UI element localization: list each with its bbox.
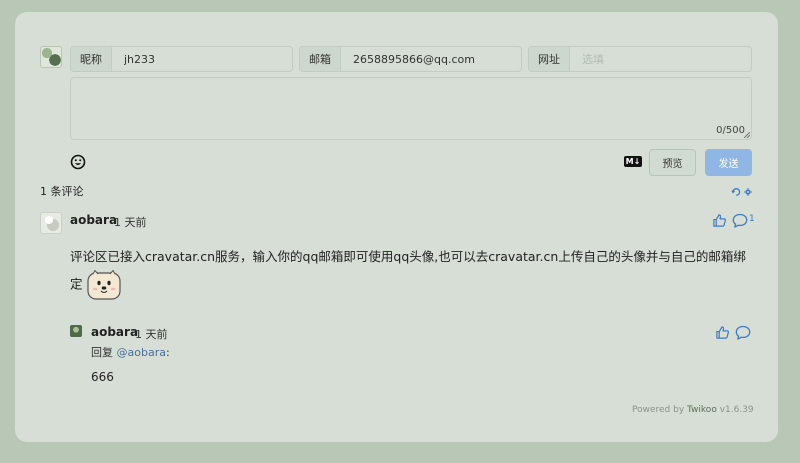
link-label: 网址: [529, 47, 570, 71]
reply-content: 666: [91, 370, 114, 384]
reply-reply-icon[interactable]: [735, 325, 751, 340]
powered-by: Powered by Twikoo v1.6.39: [632, 405, 754, 415]
nick-field: 昵称: [70, 46, 293, 72]
mail-label: 邮箱: [300, 47, 341, 71]
refresh-icon[interactable]: [731, 188, 741, 196]
gear-icon[interactable]: [744, 188, 752, 196]
like-count: 1: [749, 214, 755, 224]
resize-handle-icon[interactable]: [744, 132, 750, 138]
send-button[interactable]: 发送: [705, 149, 752, 176]
current-user-avatar: [40, 46, 62, 68]
markdown-icon[interactable]: M↓: [624, 156, 642, 167]
comment-content: 评论区已接入cravatar.cn服务，输入你的qq邮箱即可使用qq头像,也可以…: [70, 244, 755, 300]
like-icon[interactable]: [712, 213, 727, 228]
comment-nick[interactable]: aobara: [70, 213, 117, 227]
comment-tools: [731, 188, 752, 196]
emoji-icon[interactable]: [70, 154, 86, 170]
version-label: v1.6.39: [719, 405, 754, 415]
comment-time: 1 天前: [114, 216, 147, 229]
reply-nick[interactable]: aobara: [91, 325, 138, 339]
reply-icon[interactable]: [732, 213, 748, 228]
reply-target-line: 回复 @aobara:: [91, 344, 170, 360]
comment-textarea[interactable]: 0/500: [70, 77, 752, 140]
reply-suffix: :: [165, 346, 170, 359]
nick-label: 昵称: [71, 47, 112, 71]
link-field: 网址: [528, 46, 752, 72]
reply-time: 1 天前: [135, 328, 168, 341]
reply-prefix: 回复: [91, 346, 113, 359]
comment-text: 评论区已接入cravatar.cn服务，输入你的qq邮箱即可使用qq头像,也可以…: [70, 249, 746, 292]
mail-field: 邮箱: [299, 46, 522, 72]
mail-input[interactable]: [341, 47, 521, 71]
reply-target-link[interactable]: @aobara: [117, 346, 166, 359]
preview-button[interactable]: 预览: [649, 149, 696, 176]
reply-avatar: [70, 325, 82, 337]
powered-prefix: Powered by: [632, 405, 685, 415]
char-counter: 0/500: [716, 125, 745, 136]
reply-like-icon[interactable]: [715, 325, 730, 340]
twikoo-link[interactable]: Twikoo: [687, 405, 717, 415]
link-input[interactable]: [570, 47, 751, 71]
sticker-emoji-icon: [86, 270, 121, 300]
comment-avatar: [40, 212, 62, 234]
comment-count: 1 条评论: [40, 185, 84, 198]
nick-input[interactable]: [112, 47, 292, 71]
